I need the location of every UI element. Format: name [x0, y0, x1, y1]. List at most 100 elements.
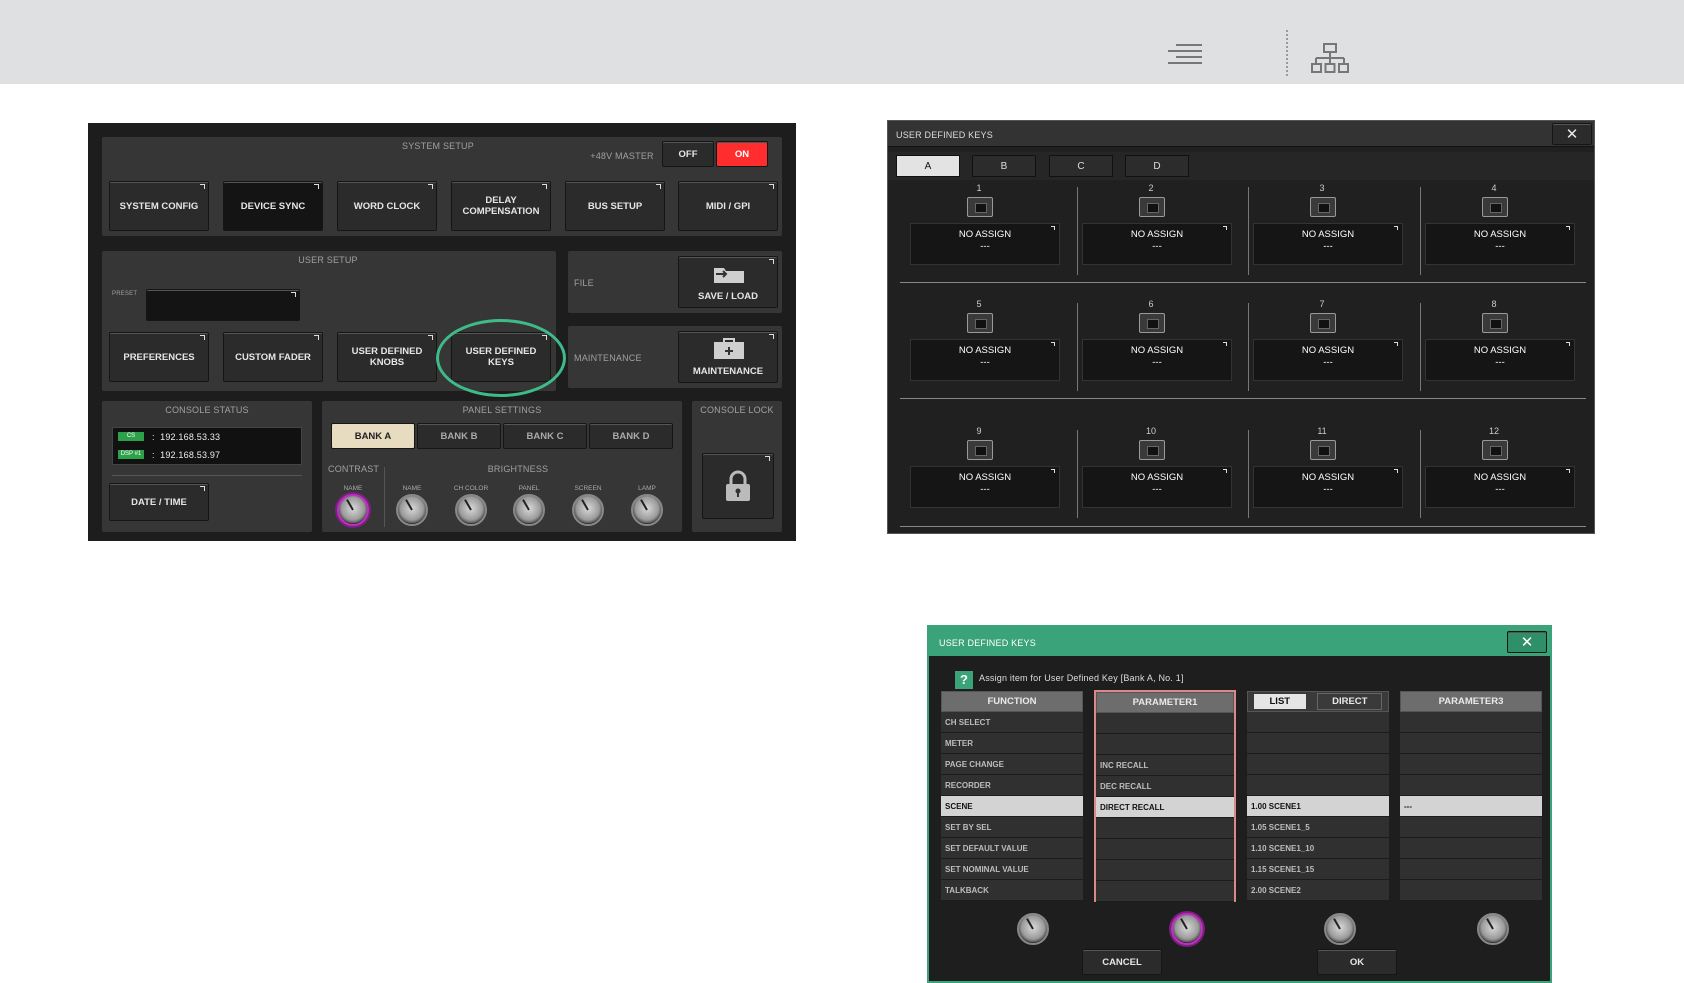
contrast-name-knob[interactable] [337, 494, 369, 526]
key-led[interactable] [1139, 440, 1165, 460]
key-led[interactable] [1482, 313, 1508, 333]
udk-tab-c[interactable]: C [1049, 155, 1113, 177]
param2-knob[interactable] [1324, 913, 1356, 945]
list-item[interactable]: 1.15 SCENE1_15 [1247, 859, 1389, 880]
ch-color-knob[interactable] [455, 494, 487, 526]
list-item[interactable]: SET BY SEL [941, 817, 1083, 838]
cancel-button[interactable]: CANCEL [1082, 949, 1162, 975]
list-item[interactable]: DEC RECALL [1096, 776, 1234, 797]
system-config-button[interactable]: SYSTEM CONFIG [109, 181, 209, 231]
udk-tab-a[interactable]: A [896, 155, 960, 177]
key-assign-button[interactable]: NO ASSIGN --- [1253, 223, 1403, 265]
preferences-button[interactable]: PREFERENCES [109, 332, 209, 382]
list-item[interactable]: TALKBACK [941, 880, 1083, 901]
list-item[interactable]: PAGE CHANGE [941, 754, 1083, 775]
list-item[interactable] [1247, 775, 1389, 796]
key-assign-button[interactable]: NO ASSIGN --- [1082, 223, 1232, 265]
list-item[interactable]: SET NOMINAL VALUE [941, 859, 1083, 880]
maintenance-button[interactable]: MAINTENANCE [678, 331, 778, 383]
assign-close-button[interactable]: ✕ [1507, 631, 1547, 653]
list-item[interactable] [1400, 754, 1542, 775]
key-led[interactable] [967, 440, 993, 460]
list-toggle[interactable]: LIST [1253, 694, 1307, 709]
key-assign-button[interactable]: NO ASSIGN --- [1253, 339, 1403, 381]
user-defined-knobs-button[interactable]: USER DEFINED KNOBS [337, 332, 437, 382]
phantom-on-button[interactable]: ON [716, 141, 768, 167]
key-assign-button[interactable]: NO ASSIGN --- [1425, 339, 1575, 381]
bus-setup-button[interactable]: BUS SETUP [565, 181, 665, 231]
key-led[interactable] [1139, 197, 1165, 217]
param3-knob[interactable] [1477, 913, 1509, 945]
key-led[interactable] [1310, 313, 1336, 333]
key-led[interactable] [1310, 440, 1336, 460]
midi-gpi-button[interactable]: MIDI / GPI [678, 181, 778, 231]
key-assign-button[interactable]: NO ASSIGN --- [910, 466, 1060, 508]
bank-b-button[interactable]: BANK B [417, 423, 501, 449]
bank-a-button[interactable]: BANK A [331, 423, 415, 449]
key-led[interactable] [1310, 197, 1336, 217]
key-assign-button[interactable]: NO ASSIGN --- [910, 223, 1060, 265]
sitemap-icon[interactable] [1311, 43, 1349, 75]
lamp-knob[interactable] [631, 494, 663, 526]
word-clock-button[interactable]: WORD CLOCK [337, 181, 437, 231]
key-led[interactable] [1482, 197, 1508, 217]
ok-button[interactable]: OK [1317, 949, 1397, 975]
udk-close-button[interactable]: ✕ [1552, 123, 1592, 145]
list-item[interactable] [1096, 839, 1234, 860]
direct-toggle[interactable]: DIRECT [1317, 693, 1383, 710]
key-led[interactable] [1482, 440, 1508, 460]
list-item[interactable]: DIRECT RECALL [1096, 797, 1234, 818]
list-item[interactable] [1096, 860, 1234, 881]
save-load-button[interactable]: SAVE / LOAD [678, 256, 778, 308]
list-item[interactable]: --- [1400, 796, 1542, 817]
panel-knob[interactable] [513, 494, 545, 526]
console-lock-button[interactable] [702, 453, 774, 519]
list-item[interactable]: 1.00 SCENE1 [1247, 796, 1389, 817]
custom-fader-button[interactable]: CUSTOM FADER [223, 332, 323, 382]
list-item[interactable]: RECORDER [941, 775, 1083, 796]
param1-knob[interactable] [1171, 913, 1203, 945]
device-sync-button[interactable]: DEVICE SYNC [223, 181, 323, 231]
phantom-off-button[interactable]: OFF [662, 141, 714, 167]
list-item[interactable]: INC RECALL [1096, 755, 1234, 776]
key-assign-button[interactable]: NO ASSIGN --- [1253, 466, 1403, 508]
align-right-icon[interactable] [1168, 44, 1202, 72]
list-item[interactable]: 1.05 SCENE1_5 [1247, 817, 1389, 838]
list-item[interactable] [1400, 859, 1542, 880]
list-item[interactable]: METER [941, 733, 1083, 754]
list-item[interactable] [1247, 733, 1389, 754]
key-assign-button[interactable]: NO ASSIGN --- [1425, 223, 1575, 265]
list-item[interactable] [1096, 881, 1234, 902]
key-assign-button[interactable]: NO ASSIGN --- [910, 339, 1060, 381]
date-time-button[interactable]: DATE / TIME [109, 483, 209, 521]
udk-tab-d[interactable]: D [1125, 155, 1189, 177]
list-item[interactable] [1247, 754, 1389, 775]
list-item[interactable] [1096, 734, 1234, 755]
list-item[interactable] [1247, 712, 1389, 733]
list-item[interactable]: CH SELECT [941, 712, 1083, 733]
key-assign-button[interactable]: NO ASSIGN --- [1082, 466, 1232, 508]
list-item[interactable]: SCENE [941, 796, 1083, 817]
list-item[interactable]: 2.00 SCENE2 [1247, 880, 1389, 901]
brightness-name-knob[interactable] [396, 494, 428, 526]
list-item[interactable] [1096, 713, 1234, 734]
screen-knob[interactable] [572, 494, 604, 526]
bank-d-button[interactable]: BANK D [589, 423, 673, 449]
list-item[interactable] [1400, 838, 1542, 859]
key-led[interactable] [1139, 313, 1165, 333]
preset-field[interactable] [146, 289, 300, 321]
bank-c-button[interactable]: BANK C [503, 423, 587, 449]
key-led[interactable] [967, 197, 993, 217]
list-item[interactable] [1400, 817, 1542, 838]
function-knob[interactable] [1017, 913, 1049, 945]
list-item[interactable] [1096, 818, 1234, 839]
list-item[interactable] [1400, 733, 1542, 754]
list-item[interactable] [1400, 712, 1542, 733]
key-assign-button[interactable]: NO ASSIGN --- [1082, 339, 1232, 381]
udk-tab-b[interactable]: B [972, 155, 1036, 177]
help-icon[interactable]: ? [955, 671, 973, 689]
list-item[interactable]: 1.10 SCENE1_10 [1247, 838, 1389, 859]
delay-compensation-button[interactable]: DELAY COMPENSATION [451, 181, 551, 231]
list-item[interactable] [1400, 775, 1542, 796]
list-item[interactable] [1400, 880, 1542, 901]
